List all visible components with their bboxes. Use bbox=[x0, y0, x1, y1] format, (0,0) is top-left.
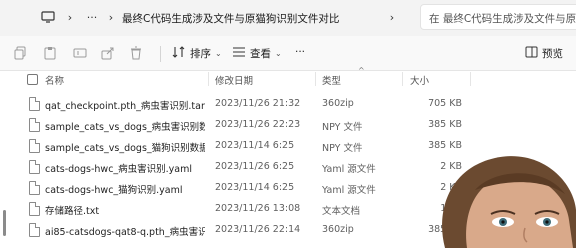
sort-button[interactable]: 排序 ⌄ bbox=[172, 46, 222, 61]
column-header: 名称 修改日期 类型 ^ 大小 bbox=[0, 66, 576, 88]
file-icon bbox=[29, 181, 40, 195]
file-type: 文本文档 bbox=[322, 206, 361, 217]
file-name: qat_checkpoint.pth_病虫害识别.tar bbox=[45, 101, 205, 112]
file-icon bbox=[29, 97, 40, 111]
file-date: 2023/11/14 6:25 bbox=[215, 140, 295, 151]
preview-pane-icon bbox=[525, 46, 538, 61]
monitor-icon[interactable] bbox=[40, 9, 56, 25]
file-date: 2023/11/26 21:32 bbox=[215, 98, 301, 109]
file-type: NPY 文件 bbox=[322, 122, 363, 133]
breadcrumb-folder[interactable]: 最终C代码生成涉及文件与原猫狗识别文件对比 bbox=[122, 11, 339, 26]
column-name[interactable]: 名称 bbox=[45, 73, 64, 87]
column-size[interactable]: 大小 bbox=[410, 73, 429, 87]
file-name: cats-dogs-hwc_病虫害识别.yaml bbox=[45, 164, 193, 175]
sort-icon bbox=[172, 46, 186, 61]
copy-icon[interactable] bbox=[12, 45, 28, 61]
file-date: 2023/11/26 22:23 bbox=[215, 119, 301, 130]
select-all-checkbox[interactable] bbox=[27, 74, 38, 85]
file-date: 2023/11/14 6:25 bbox=[215, 182, 295, 193]
file-name: sample_cats_vs_dogs_病虫害识别数据集.n... bbox=[45, 122, 205, 133]
portrait-overlay-image bbox=[442, 156, 576, 248]
file-name: cats-dogs-hwc_猫狗识别.yaml bbox=[45, 185, 183, 196]
file-icon bbox=[29, 118, 40, 132]
file-icon bbox=[29, 160, 40, 174]
column-type[interactable]: 类型 bbox=[322, 73, 341, 87]
file-icon bbox=[29, 139, 40, 153]
file-size: 385 KB bbox=[428, 119, 462, 130]
view-button[interactable]: 查看 ⌄ bbox=[232, 46, 282, 61]
file-icon bbox=[29, 202, 40, 216]
command-bar: 排序 ⌄ 查看 ⌄ ··· 预览 bbox=[0, 36, 576, 71]
preview-label: 预览 bbox=[542, 48, 563, 60]
overflow-icon[interactable]: ··· bbox=[84, 9, 100, 25]
file-row[interactable]: sample_cats_vs_dogs_病虫害识别数据集.n... 2023/1… bbox=[0, 115, 520, 136]
file-type: 360zip bbox=[322, 98, 354, 109]
view-label: 查看 bbox=[250, 48, 271, 60]
scrollbar-thumb[interactable] bbox=[3, 210, 6, 236]
file-type: Yaml 源文件 bbox=[322, 185, 376, 196]
file-type: NPY 文件 bbox=[322, 143, 363, 154]
file-name: ai85-catsdogs-qat8-q.pth_病虫害识别.tar bbox=[45, 227, 205, 238]
file-size: 705 KB bbox=[428, 98, 462, 109]
chevron-down-icon: ⌄ bbox=[215, 49, 222, 58]
view-icon bbox=[232, 46, 246, 61]
file-type: 360zip bbox=[322, 224, 354, 235]
address-bar: › ··· › 最终C代码生成涉及文件与原猫狗识别文件对比 › 在 最终C代码生… bbox=[0, 0, 576, 36]
chevron-right-icon[interactable]: › bbox=[62, 9, 78, 25]
file-name: sample_cats_vs_dogs_猫狗识别数据集.npy bbox=[45, 143, 205, 154]
file-icon bbox=[29, 223, 40, 237]
chevron-down-icon: ⌄ bbox=[275, 49, 282, 58]
file-date: 2023/11/26 22:14 bbox=[215, 224, 301, 235]
sort-label: 排序 bbox=[190, 48, 211, 60]
file-type: Yaml 源文件 bbox=[322, 164, 376, 175]
file-date: 2023/11/26 13:08 bbox=[215, 203, 301, 214]
rename-icon[interactable] bbox=[72, 45, 88, 61]
column-date[interactable]: 修改日期 bbox=[215, 73, 253, 87]
file-date: 2023/11/26 6:25 bbox=[215, 161, 295, 172]
chevron-right-icon[interactable]: › bbox=[384, 9, 400, 25]
more-options-button[interactable]: ··· bbox=[295, 46, 305, 58]
delete-icon[interactable] bbox=[128, 45, 144, 61]
preview-button[interactable]: 预览 bbox=[525, 46, 563, 61]
sort-arrow-icon: ^ bbox=[358, 66, 365, 75]
share-icon[interactable] bbox=[100, 45, 116, 61]
paste-icon[interactable] bbox=[42, 45, 58, 61]
search-input[interactable]: 在 最终C代码生成涉及文件与原 bbox=[420, 4, 576, 30]
chevron-right-icon: › bbox=[108, 10, 114, 24]
file-row[interactable]: qat_checkpoint.pth_病虫害识别.tar 2023/11/26 … bbox=[0, 94, 520, 115]
file-name: 存储路径.txt bbox=[45, 206, 100, 217]
